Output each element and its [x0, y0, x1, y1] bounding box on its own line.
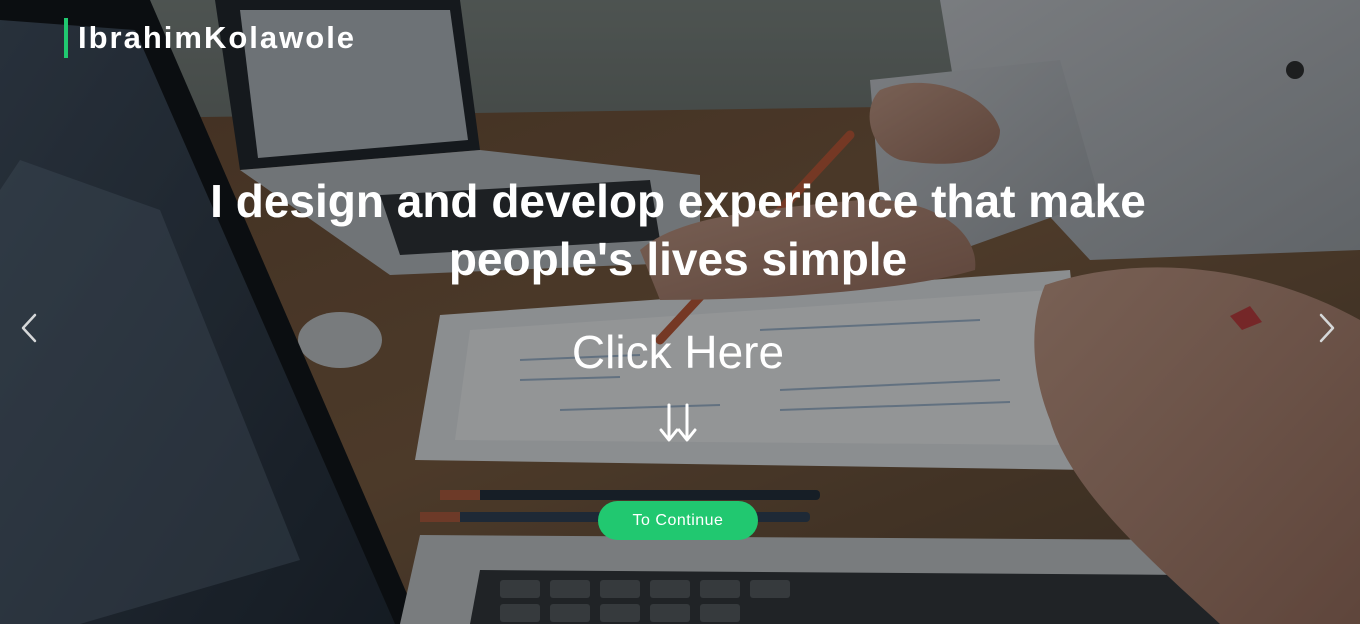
hero-headline: I design and develop experience that mak… — [210, 175, 1146, 285]
carousel-prev-button[interactable] — [11, 306, 47, 350]
brand-name: IbrahimKolawole — [78, 20, 357, 55]
double-down-arrow-icon — [618, 396, 738, 450]
click-here-link[interactable]: Click Here — [480, 324, 876, 380]
to-continue-button[interactable]: To Continue — [598, 501, 758, 540]
chevron-right-icon — [1319, 313, 1335, 343]
hero-section: IbrahimKolawole I design and develop exp… — [0, 0, 1360, 624]
carousel-next-button[interactable] — [1309, 306, 1345, 350]
chevron-left-icon — [21, 313, 37, 343]
brand-logo[interactable]: IbrahimKolawole — [64, 18, 356, 58]
